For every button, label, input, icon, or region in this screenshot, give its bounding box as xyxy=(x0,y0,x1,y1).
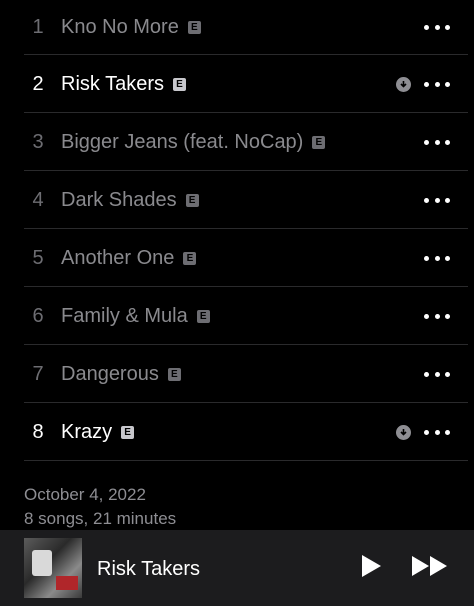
more-icon[interactable] xyxy=(424,190,450,210)
track-title-text: Risk Takers xyxy=(61,72,164,95)
track-number: 3 xyxy=(32,130,44,153)
track-number: 5 xyxy=(32,246,44,269)
explicit-badge: E xyxy=(121,425,135,439)
release-date: October 4, 2022 xyxy=(24,485,146,504)
track-row-4[interactable]: 4 Dark Shades E xyxy=(0,171,474,229)
track-title: Risk Takers E xyxy=(61,73,186,96)
track-row-6[interactable]: 6 Family & Mula E xyxy=(0,287,474,345)
explicit-badge: E xyxy=(312,135,326,149)
play-icon[interactable] xyxy=(360,554,382,583)
more-icon[interactable] xyxy=(424,248,450,268)
track-number: 4 xyxy=(32,188,44,211)
explicit-badge: E xyxy=(167,367,181,381)
now-playing-title: Risk Takers xyxy=(97,558,200,580)
more-icon[interactable] xyxy=(424,132,450,152)
track-list: 1 Kno No More E 2 Risk Takers E 3 Bigger J… xyxy=(0,0,474,461)
track-title: Another One E xyxy=(61,246,197,270)
more-icon[interactable] xyxy=(424,74,450,94)
track-title-text: Dark Shades xyxy=(61,188,177,211)
more-icon[interactable] xyxy=(424,422,450,442)
track-row-7[interactable]: 7 Dangerous E xyxy=(0,345,474,403)
explicit-badge: E xyxy=(185,193,199,207)
explicit-badge: E xyxy=(196,309,210,323)
artwork-detail xyxy=(56,576,78,590)
track-row-1[interactable]: 1 Kno No More E xyxy=(0,0,474,55)
album-artwork[interactable] xyxy=(24,538,82,598)
album-summary: 8 songs, 21 minutes xyxy=(24,509,177,528)
track-title: Bigger Jeans (feat. NoCap) E xyxy=(61,130,326,154)
explicit-badge: E xyxy=(187,21,201,34)
explicit-badge: E xyxy=(183,251,197,265)
fast-forward-icon[interactable] xyxy=(411,554,449,583)
track-row-8[interactable]: 8 Krazy E xyxy=(0,403,474,461)
track-title: Kno No More E xyxy=(61,16,201,39)
track-title-text: Dangerous xyxy=(61,362,159,385)
track-number: 6 xyxy=(32,304,44,327)
more-icon[interactable] xyxy=(424,18,450,38)
track-title: Dangerous E xyxy=(61,363,181,386)
track-row-5[interactable]: 5 Another One E xyxy=(0,229,474,287)
track-number: 1 xyxy=(32,16,44,38)
track-number: 2 xyxy=(32,72,44,95)
more-icon[interactable] xyxy=(424,306,450,326)
track-title-text: Family & Mula xyxy=(61,304,188,327)
track-title: Family & Mula E xyxy=(61,305,210,328)
downloaded-icon xyxy=(396,424,411,440)
mini-player[interactable]: Risk Takers xyxy=(0,530,474,606)
album-info: October 4, 2022 8 songs, 21 minutes xyxy=(24,483,176,531)
track-title-text: Krazy xyxy=(61,420,113,443)
track-title-text: Kno No More xyxy=(61,16,179,38)
track-row-2[interactable]: 2 Risk Takers E xyxy=(0,55,474,113)
track-title-text: Another One xyxy=(61,246,175,269)
track-row-3[interactable]: 3 Bigger Jeans (feat. NoCap) E xyxy=(0,113,474,171)
track-number: 7 xyxy=(32,362,44,385)
track-title: Dark Shades E xyxy=(61,189,199,212)
explicit-badge: E xyxy=(173,77,186,91)
downloaded-icon xyxy=(396,76,411,92)
track-title-text: Bigger Jeans (feat. NoCap) xyxy=(61,130,304,153)
more-icon[interactable] xyxy=(424,364,450,384)
row-divider xyxy=(24,460,468,461)
artwork-detail xyxy=(32,550,52,576)
track-title: Krazy E xyxy=(61,420,135,444)
track-number: 8 xyxy=(32,420,44,443)
